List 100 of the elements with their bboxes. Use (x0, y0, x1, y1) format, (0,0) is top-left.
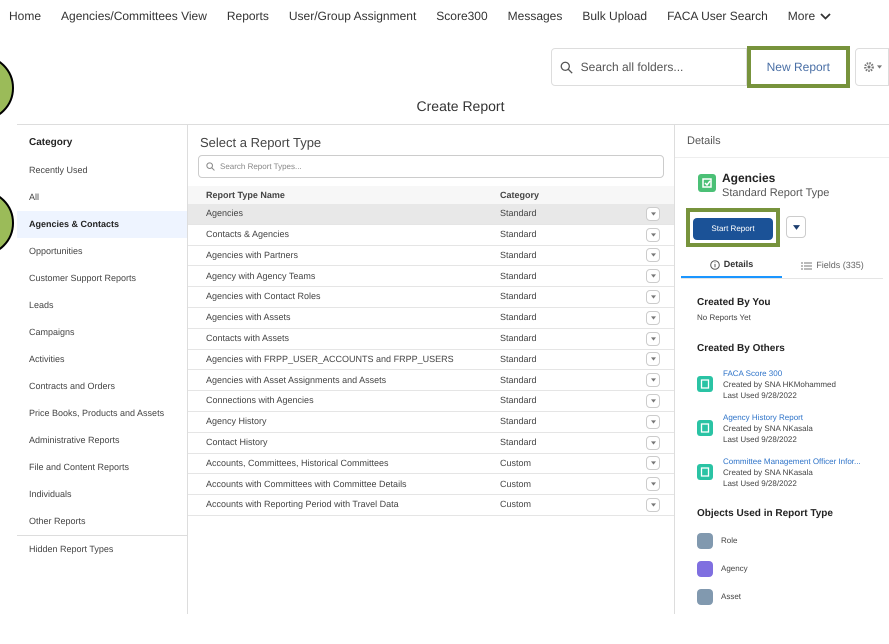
caret-icon (650, 357, 656, 362)
dropdown-button[interactable] (786, 216, 806, 238)
report-creator: Created by SNA HKMohammed (723, 378, 836, 390)
report-link[interactable]: Agency History Report (723, 412, 813, 422)
row-menu-button[interactable] (646, 414, 660, 429)
caret-icon (650, 253, 656, 258)
column-header: Category (500, 188, 540, 202)
category-item[interactable]: Customer Support Reports (17, 265, 187, 292)
page-title: Create Report (416, 97, 506, 116)
table-row[interactable]: Agencies with Assets Standard (188, 308, 674, 329)
table-row[interactable]: Agencies with FRPP_USER_ACCOUNTS and FRPP_USERS Standard (188, 350, 674, 370)
category-item[interactable]: Other Reports (17, 508, 187, 535)
row-menu-button[interactable] (646, 352, 660, 366)
start-report-button[interactable]: Start Report (693, 218, 773, 240)
table-cell-text: Connections with Agencies (205, 394, 315, 408)
table-row[interactable]: Contacts & Agencies Standard (188, 224, 674, 246)
table-cell-text: Standard (500, 248, 538, 262)
section-heading: Select a Report Type (199, 134, 322, 152)
report-last-used: Last Used 9/28/2022 (723, 390, 798, 400)
new-report-button[interactable]: New Report (746, 46, 850, 88)
table-cell-text: Standard (500, 415, 538, 428)
nav-link[interactable]: Messages (508, 7, 562, 25)
report-icon (697, 420, 713, 436)
search-icon (560, 60, 573, 74)
caret-icon (792, 224, 800, 230)
report-link[interactable]: Committee Management Officer Infor... (723, 456, 861, 466)
object-label: Role (721, 534, 738, 546)
row-menu-button[interactable] (646, 332, 660, 346)
nav-link[interactable]: Score300 (436, 7, 488, 25)
report-type-subtitle: Standard Report Type (722, 186, 830, 201)
tab[interactable]: Fields (335) (782, 254, 883, 278)
object-label: Asset (721, 590, 742, 602)
search-field[interactable]: Search Report Types... (198, 155, 664, 178)
category-item[interactable]: Agencies & Contacts (17, 211, 187, 238)
search-field[interactable]: Search all folders... (550, 48, 747, 86)
table-row[interactable]: Agencies with Asset Assignments and Assets Standard (188, 370, 674, 392)
table-cell-text: Agencies with Partners (205, 248, 300, 262)
nav-link[interactable]: Bulk Upload (582, 7, 648, 25)
table-row[interactable]: Agency with Agency Teams Standard (188, 266, 674, 288)
row-menu-button[interactable] (646, 456, 660, 470)
category-item[interactable]: File and Content Reports (17, 454, 187, 481)
nav-link[interactable]: Home (9, 7, 42, 25)
row-menu-button[interactable] (646, 436, 660, 450)
category-item[interactable]: Recently Used (17, 157, 187, 184)
report-icon (697, 464, 713, 480)
nav-link[interactable]: FACA User Search (667, 7, 768, 25)
row-menu-button[interactable] (646, 206, 660, 221)
nav-link[interactable]: Reports (226, 7, 269, 25)
table-row[interactable]: Agencies with Contact Roles Standard (188, 287, 674, 308)
nav-link[interactable]: Agencies/Committees View (61, 7, 207, 25)
table-cell-text: Agencies with Assets (205, 311, 292, 324)
table-row[interactable]: Accounts with Reporting Period with Travel Data Custom (188, 495, 674, 516)
category-item[interactable]: All (17, 184, 187, 211)
category-item[interactable]: Leads (17, 292, 187, 319)
caret-icon (650, 378, 656, 382)
table-cell-text: Custom (500, 478, 532, 490)
row-menu-button[interactable] (646, 498, 660, 512)
table-cell-text: Standard (500, 311, 538, 324)
caret-icon (650, 503, 656, 508)
table-cell-text: Standard (500, 228, 538, 241)
caret-icon (650, 420, 656, 424)
report-link[interactable]: FACA Score 300 (723, 368, 836, 378)
row-menu-button[interactable] (646, 248, 660, 262)
category-item[interactable]: Opportunities (17, 238, 187, 265)
table-row[interactable]: Agency History Standard (188, 412, 674, 433)
nav-link[interactable]: User/Group Assignment (288, 7, 416, 25)
table-row[interactable]: Connections with Agencies Standard (188, 391, 674, 412)
table-row[interactable]: Accounts with Committees with Committee Details Custom (188, 474, 674, 496)
category-item[interactable]: Administrative Reports (17, 427, 187, 454)
table-row[interactable]: Contact History Standard (188, 432, 674, 454)
table-cell-text: Accounts with Reporting Period with Travel Data (205, 498, 400, 512)
category-item[interactable]: Activities (17, 346, 187, 373)
row-menu-button[interactable] (646, 290, 660, 304)
category-item[interactable]: Price Books, Products and Assets (17, 400, 187, 427)
row-menu-button[interactable] (646, 394, 660, 408)
table-cell-text: Standard (500, 352, 538, 366)
empty-message: No Reports Yet (696, 312, 752, 324)
hidden-report-types-link[interactable]: Hidden Report Types (17, 536, 187, 563)
table-row[interactable]: Agencies Standard (188, 204, 674, 225)
table-row[interactable]: Accounts, Committees, Historical Committees Custom (188, 454, 674, 474)
category-item[interactable]: Campaigns (17, 319, 187, 346)
row-menu-button[interactable] (646, 269, 660, 284)
row-menu-button[interactable] (646, 373, 660, 388)
category-item[interactable]: Individuals (17, 481, 187, 508)
caret-icon (650, 336, 656, 341)
table-row[interactable]: Contacts with Assets Standard (188, 328, 674, 350)
row-menu-button[interactable] (646, 477, 660, 492)
category-item[interactable]: Contracts and Orders (17, 373, 187, 400)
report-type-icon (698, 174, 716, 192)
table-cell-text: Standard (500, 374, 538, 387)
report-icon (697, 376, 713, 392)
table-cell-text: Contacts & Agencies (205, 228, 290, 241)
table-row[interactable]: Agencies with Partners Standard (188, 246, 674, 266)
settings-button[interactable] (855, 48, 889, 86)
section-heading: Created By You (696, 296, 772, 310)
caret-icon (650, 295, 656, 300)
tab[interactable]: Details (681, 254, 782, 278)
row-menu-button[interactable] (646, 310, 660, 325)
more-menu[interactable]: More (788, 7, 832, 25)
row-menu-button[interactable] (646, 228, 660, 242)
